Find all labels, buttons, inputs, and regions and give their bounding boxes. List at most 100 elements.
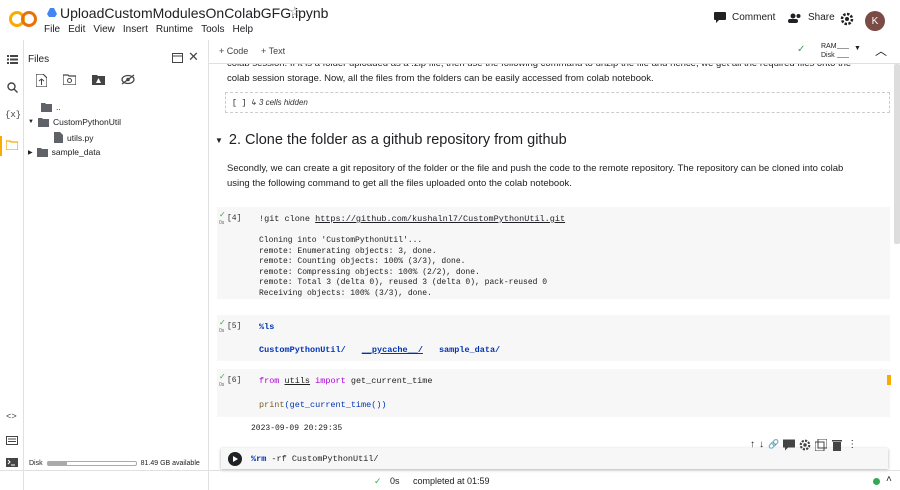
upload-file-icon[interactable] bbox=[36, 74, 47, 87]
collapse-header-icon[interactable]: ︿ bbox=[875, 42, 887, 59]
tree-item-custompythonutil[interactable]: ▼ CustomPythonUtil bbox=[28, 117, 121, 127]
menu-bar: File Edit View Insert Runtime Tools Help bbox=[44, 24, 253, 35]
status-check-icon: ✓ bbox=[374, 476, 382, 486]
output-dir: CustomPythonUtil/ bbox=[259, 345, 346, 355]
connected-indicator[interactable] bbox=[873, 478, 880, 485]
notebook-toolbar: + Code + Text ✓ RAM Disk ▼ ︿ bbox=[209, 40, 900, 64]
keyword: from bbox=[259, 376, 280, 386]
hidden-cells-bar[interactable]: [ ] ↳ 3 cells hidden bbox=[225, 92, 890, 113]
menu-file[interactable]: File bbox=[44, 24, 60, 35]
move-down-icon[interactable]: ↓ bbox=[759, 439, 764, 450]
code-link[interactable]: https://github.com/kushalnl7/CustomPytho… bbox=[315, 214, 565, 224]
files-panel: Files ✕ .. ▼ CustomPythonUtil utils.py ▶… bbox=[24, 40, 209, 490]
menu-insert[interactable]: Insert bbox=[123, 24, 148, 35]
active-indicator bbox=[0, 136, 2, 156]
folder-icon[interactable] bbox=[6, 140, 18, 150]
collapse-section-icon[interactable]: ▼ bbox=[215, 136, 223, 145]
exec-time: 0s bbox=[219, 382, 225, 388]
exec-count: [6] bbox=[227, 376, 242, 385]
section-text: Secondly, we can create a git repository… bbox=[227, 163, 844, 189]
exec-time: 0s bbox=[219, 328, 225, 334]
code-input[interactable]: %rm -rf CustomPythonUtil/ bbox=[251, 454, 379, 464]
print-call: print bbox=[259, 400, 285, 410]
gear-icon[interactable] bbox=[799, 439, 811, 451]
terminal-icon[interactable] bbox=[6, 458, 18, 467]
move-up-icon[interactable]: ↑ bbox=[750, 439, 755, 450]
mount-drive-icon[interactable] bbox=[92, 74, 105, 85]
menu-help[interactable]: Help bbox=[232, 24, 253, 35]
command-palette-icon[interactable] bbox=[6, 436, 18, 445]
people-icon bbox=[788, 13, 801, 23]
exec-time: 0s bbox=[219, 220, 225, 226]
notebook-content: colab session. If it is a folder uploade… bbox=[209, 64, 900, 470]
more-options-icon[interactable]: ⋮ bbox=[847, 439, 857, 450]
add-code-button[interactable]: + Code bbox=[219, 46, 248, 56]
tree-item-label: .. bbox=[56, 102, 61, 112]
table-of-contents-icon[interactable] bbox=[7, 55, 18, 64]
code-cell[interactable]: ✓ 0s [5] %ls CustomPythonUtil/ __pycache… bbox=[217, 315, 890, 361]
code-input[interactable]: %ls bbox=[259, 322, 274, 332]
chevron-up-icon[interactable]: ˄ bbox=[886, 474, 892, 485]
chevron-down-icon[interactable]: ▼ bbox=[28, 119, 34, 125]
add-text-button[interactable]: + Text bbox=[261, 46, 285, 56]
chevron-right-icon[interactable]: ▶ bbox=[28, 149, 33, 156]
tree-item-label: utils.py bbox=[67, 132, 94, 143]
code-snippets-icon[interactable]: <> bbox=[6, 412, 17, 422]
runtime-check-icon[interactable]: ✓ bbox=[797, 44, 805, 55]
drive-icon bbox=[47, 8, 57, 17]
section-heading[interactable]: ▼ 2. Clone the folder as a github reposi… bbox=[215, 132, 567, 148]
disk-usage: Disk 81.49 GB available bbox=[29, 460, 200, 467]
share-button[interactable]: Share bbox=[788, 12, 835, 23]
link-icon[interactable]: 🔗 bbox=[768, 439, 779, 450]
tree-item-utils-py[interactable]: utils.py bbox=[54, 132, 93, 143]
unsaved-marker bbox=[887, 375, 891, 385]
tree-item-parent[interactable]: .. bbox=[41, 102, 61, 112]
scrollbar[interactable] bbox=[894, 64, 900, 244]
files-title: Files bbox=[28, 54, 50, 65]
cell-output: CustomPythonUtil/ __pycache__/ sample_da… bbox=[259, 345, 500, 355]
exec-count: [5] bbox=[227, 322, 242, 331]
code-cell[interactable]: ✓ 0s [4] !git clone https://github.com/k… bbox=[217, 207, 890, 299]
menu-view[interactable]: View bbox=[93, 24, 115, 35]
runtime-dropdown-icon[interactable]: ▼ bbox=[854, 45, 861, 52]
comment-button[interactable]: Comment bbox=[714, 12, 775, 23]
run-cell-icon[interactable] bbox=[228, 452, 242, 466]
star-icon[interactable]: ☆ bbox=[289, 4, 301, 20]
function-name: get_current_time bbox=[350, 376, 433, 386]
hide-files-icon[interactable] bbox=[121, 74, 135, 85]
folder-icon bbox=[37, 117, 49, 127]
intro-text: colab session. If it is a folder uploade… bbox=[227, 64, 851, 84]
variables-icon[interactable]: {x} bbox=[5, 110, 21, 120]
disk-usage-fill bbox=[47, 462, 67, 465]
mirror-cell-icon[interactable] bbox=[815, 438, 828, 451]
disk-meter bbox=[837, 54, 849, 58]
hidden-cells-bracket: [ ] bbox=[232, 99, 247, 108]
comment-icon[interactable] bbox=[783, 439, 796, 451]
tree-item-label: CustomPythonUtil bbox=[52, 117, 121, 127]
colab-logo-icon[interactable] bbox=[9, 9, 37, 29]
open-in-tab-icon[interactable] bbox=[172, 53, 183, 63]
code-cell[interactable]: ✓ 0s [6] from utils import get_current_t… bbox=[217, 369, 891, 417]
code-line-1[interactable]: from utils import get_current_time bbox=[259, 376, 432, 386]
code-line-2[interactable]: print(get_current_time()) bbox=[259, 400, 387, 410]
ram-meter bbox=[837, 45, 849, 49]
delete-icon[interactable] bbox=[831, 439, 843, 451]
cell-toolbar: ↑ ↓ 🔗 ⋮ bbox=[750, 436, 886, 453]
disk-usage-bar bbox=[46, 461, 137, 466]
module-name: utils bbox=[284, 376, 311, 386]
close-panel-icon[interactable]: ✕ bbox=[188, 49, 199, 65]
refresh-folder-icon[interactable] bbox=[63, 74, 76, 85]
gear-icon[interactable] bbox=[840, 12, 854, 26]
tree-item-sample-data[interactable]: ▶ sample_data bbox=[28, 147, 100, 157]
search-icon[interactable] bbox=[7, 82, 18, 93]
avatar[interactable]: K bbox=[865, 11, 885, 31]
menu-tools[interactable]: Tools bbox=[201, 24, 224, 35]
ram-label: RAM bbox=[821, 43, 837, 50]
code-input[interactable]: !git clone https://github.com/kushalnl7/… bbox=[259, 214, 565, 224]
menu-runtime[interactable]: Runtime bbox=[156, 24, 193, 35]
keyword: import bbox=[315, 376, 346, 386]
folder-icon bbox=[36, 147, 48, 157]
menu-edit[interactable]: Edit bbox=[68, 24, 85, 35]
tree-item-label: sample_data bbox=[51, 147, 101, 157]
output-dir: sample_data/ bbox=[438, 345, 501, 355]
